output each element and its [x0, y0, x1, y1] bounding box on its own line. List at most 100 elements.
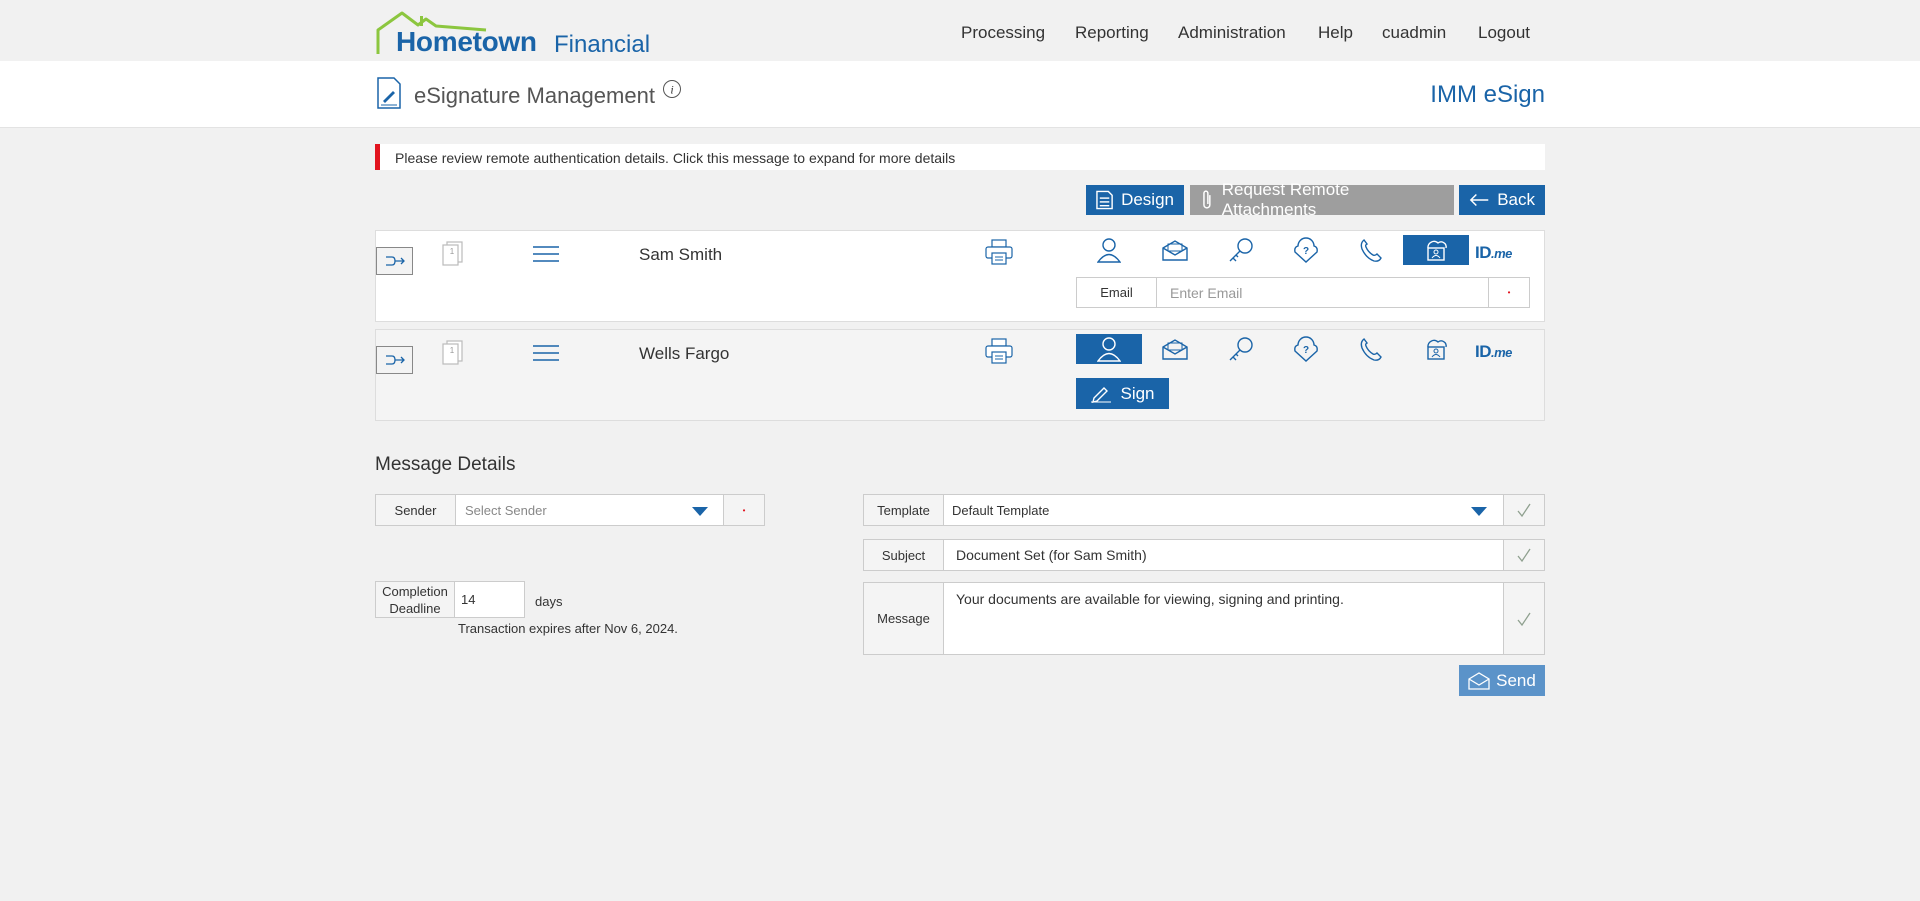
shield-question-icon: ?: [1294, 237, 1318, 263]
signer-name: Wells Fargo: [639, 344, 730, 363]
design-button[interactable]: Design: [1086, 185, 1184, 215]
auth-email-button[interactable]: [1142, 334, 1208, 364]
message-details-heading: Message Details: [375, 454, 516, 475]
email-label: Email: [1077, 278, 1157, 307]
info-icon[interactable]: i: [662, 79, 682, 99]
shield-question-icon: ?: [1294, 336, 1318, 362]
paperclip-icon: [1203, 190, 1211, 209]
route-arrow-icon: [385, 256, 405, 266]
auth-kba-button[interactable]: ?: [1273, 235, 1339, 265]
envelope-send-icon: [1468, 671, 1490, 690]
svg-text:i: i: [670, 83, 673, 97]
checkmark-icon: [1503, 583, 1544, 654]
arrow-left-icon: [1469, 193, 1489, 207]
esign-document-icon: [377, 77, 401, 109]
nav-reporting[interactable]: Reporting: [1075, 23, 1149, 43]
nav-help[interactable]: Help: [1318, 23, 1353, 43]
signer-row: 1 Sam Smith ? ID.me Email •: [375, 230, 1545, 322]
template-field: Template Default Template: [863, 494, 1545, 526]
sender-field: Sender Select Sender •: [375, 494, 765, 526]
routing-order-button[interactable]: [376, 346, 413, 374]
sender-select[interactable]: Select Sender: [465, 495, 547, 525]
chevron-down-icon[interactable]: [1471, 507, 1487, 516]
phone-icon: [1360, 338, 1382, 361]
back-button[interactable]: Back: [1459, 185, 1545, 215]
chevron-down-icon[interactable]: [692, 507, 708, 516]
auth-in-person-button[interactable]: [1076, 334, 1142, 364]
id-card-cloud-icon: [1427, 240, 1447, 261]
request-remote-attachments-button[interactable]: Request Remote Attachments: [1190, 180, 1454, 219]
nav-administration[interactable]: Administration: [1178, 23, 1286, 43]
person-icon: [1097, 337, 1121, 362]
page-header: eSignature Management i IMM eSign: [0, 61, 1920, 128]
message-label: Message: [864, 583, 944, 654]
routing-order-button[interactable]: [376, 247, 413, 275]
key-icon: [1229, 337, 1253, 361]
document-count-icon[interactable]: 1: [442, 340, 464, 366]
checkmark-icon: [1503, 495, 1544, 525]
remote-auth-alert[interactable]: Please review remote authentication deta…: [375, 144, 1545, 170]
printer-icon[interactable]: [985, 239, 1013, 265]
id-card-cloud-icon: [1427, 339, 1447, 360]
completion-deadline-input[interactable]: [455, 581, 525, 618]
signer-row: 1 Wells Fargo ? ID.me Sign: [375, 329, 1545, 421]
pen-sign-icon: [1091, 386, 1112, 403]
back-label: Back: [1497, 190, 1535, 209]
idme-auth-button[interactable]: ID.me: [1475, 243, 1512, 263]
auth-email-button[interactable]: [1142, 235, 1208, 265]
signer-email-input[interactable]: [1158, 278, 1488, 307]
phone-icon: [1360, 239, 1382, 262]
auth-access-code-button[interactable]: [1208, 334, 1274, 364]
product-name: IMM eSign: [1430, 81, 1545, 108]
auth-kba-button[interactable]: ?: [1273, 334, 1339, 364]
message-textarea[interactable]: Your documents are available for viewing…: [956, 591, 1344, 607]
send-button[interactable]: Send: [1459, 665, 1545, 696]
send-label: Send: [1496, 670, 1536, 690]
request-attachments-label: Request Remote Attachments: [1221, 180, 1350, 219]
subject-field: Subject Document Set (for Sam Smith): [863, 539, 1545, 571]
required-indicator: •: [1488, 278, 1529, 307]
template-label: Template: [864, 495, 944, 525]
envelope-icon: [1162, 240, 1188, 261]
sign-label: Sign: [1120, 383, 1155, 403]
auth-phone-button[interactable]: [1338, 235, 1404, 265]
key-icon: [1229, 238, 1253, 262]
printer-icon[interactable]: [985, 338, 1013, 364]
top-navigation-bar: Hometown Financial Processing Reporting …: [0, 0, 1920, 61]
message-field: Message Your documents are available for…: [863, 582, 1545, 655]
signer-email-row: Email •: [1076, 277, 1530, 308]
auth-in-person-button[interactable]: [1076, 235, 1142, 265]
document-count: 1: [450, 346, 455, 355]
required-indicator: •: [723, 495, 764, 525]
route-arrow-icon: [385, 355, 405, 365]
hometown-financial-logo[interactable]: Hometown Financial: [376, 10, 650, 58]
idme-auth-button[interactable]: ID.me: [1475, 342, 1512, 362]
subject-input[interactable]: Document Set (for Sam Smith): [956, 540, 1147, 570]
svg-text:?: ?: [1303, 246, 1309, 257]
template-select[interactable]: Default Template: [952, 495, 1049, 525]
nav-logout[interactable]: Logout: [1478, 23, 1530, 43]
auth-phone-button[interactable]: [1338, 334, 1404, 364]
alert-text: Please review remote authentication deta…: [395, 150, 956, 166]
hamburger-menu-icon[interactable]: [533, 344, 559, 362]
auth-access-code-button[interactable]: [1208, 235, 1274, 265]
sender-label: Sender: [376, 495, 456, 525]
deadline-unit: days: [535, 594, 563, 609]
envelope-icon: [1162, 339, 1188, 360]
signer-name: Sam Smith: [639, 245, 723, 264]
auth-photo-id-button[interactable]: [1403, 235, 1469, 265]
logo-text-hometown: Hometown: [396, 26, 537, 57]
document-count-icon[interactable]: 1: [442, 241, 464, 267]
auth-photo-id-button[interactable]: [1403, 334, 1469, 364]
nav-user-account[interactable]: cuadmin: [1382, 23, 1446, 43]
svg-text:?: ?: [1303, 345, 1309, 356]
document-count: 1: [450, 247, 455, 256]
nav-processing[interactable]: Processing: [961, 23, 1045, 43]
expiration-note: Transaction expires after Nov 6, 2024.: [458, 621, 678, 636]
design-label: Design: [1121, 190, 1174, 209]
subject-label: Subject: [864, 540, 944, 570]
hamburger-menu-icon[interactable]: [533, 245, 559, 263]
completion-deadline-label: Completion Deadline: [375, 581, 455, 618]
sign-button[interactable]: Sign: [1076, 378, 1169, 409]
page-title: eSignature Management: [414, 83, 655, 108]
